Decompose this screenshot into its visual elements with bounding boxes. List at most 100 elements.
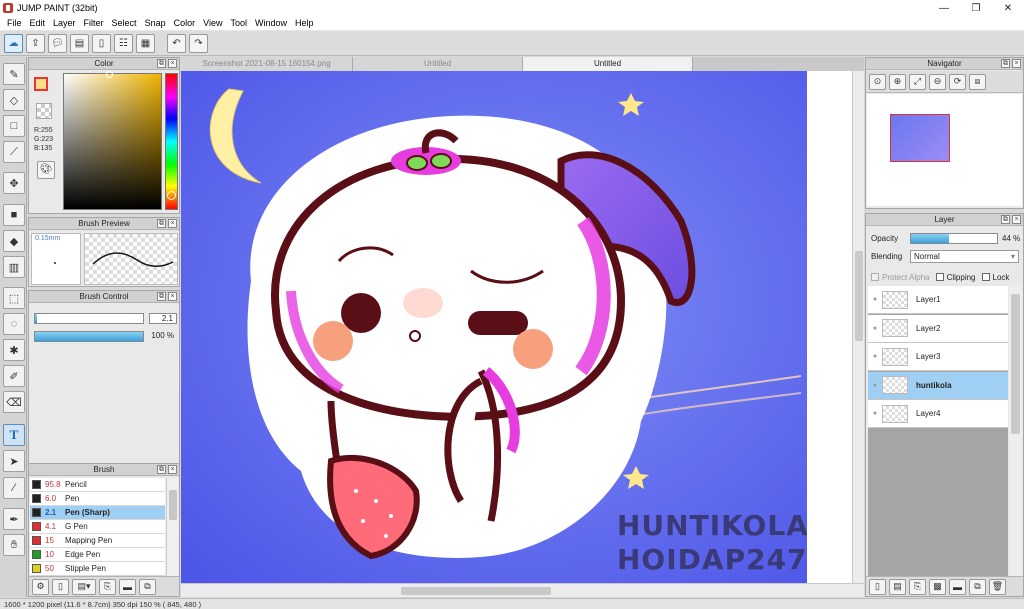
foreground-color-swatch[interactable] <box>34 77 48 91</box>
menu-layer[interactable]: Layer <box>49 18 80 28</box>
protect-alpha-checkbox[interactable]: Protect Alpha <box>871 273 930 282</box>
float-icon[interactable]: ⧉ <box>157 59 166 68</box>
layer-row[interactable]: ● Layer3 <box>868 343 1008 371</box>
brush-item[interactable]: 10 Edge Pen <box>30 548 165 562</box>
brush-item[interactable]: 2.1 Pen (Sharp) <box>30 506 165 520</box>
visibility-icon[interactable]: ● <box>868 353 882 360</box>
grid-list-icon[interactable]: ☷ <box>114 33 133 53</box>
copy-brush-icon[interactable]: ⎘ <box>99 578 116 595</box>
marquee-icon[interactable]: ⬚ <box>3 287 25 309</box>
folder-icon[interactable]: ▬ <box>949 578 966 595</box>
scroll-thumb[interactable] <box>1011 294 1020 434</box>
navigator-preview[interactable] <box>867 94 1022 206</box>
layer-row[interactable]: ● huntikola <box>868 371 1008 400</box>
navigator-viewport[interactable] <box>890 114 950 162</box>
halftone-layer-icon[interactable]: ▩ <box>929 578 946 595</box>
menu-filter[interactable]: Filter <box>80 18 108 28</box>
brush-list-scrollbar[interactable] <box>166 478 178 576</box>
clipping-checkbox[interactable]: Clipping <box>935 273 976 282</box>
new-brush-icon[interactable]: ▯ <box>52 578 69 595</box>
zoom-out-icon[interactable]: ⊖ <box>929 73 946 90</box>
tab-screenshot[interactable]: Screenshot 2021-08-15 160154.png <box>181 57 353 71</box>
layer-row[interactable]: ● Layer4 <box>868 400 1008 428</box>
visibility-icon[interactable]: ● <box>868 382 882 389</box>
close-icon[interactable]: × <box>1012 215 1021 224</box>
fg-bg-swatches[interactable] <box>34 77 54 97</box>
close-icon[interactable]: × <box>168 219 177 228</box>
visibility-icon[interactable]: ● <box>868 410 882 417</box>
new-layer-from-icon[interactable]: ▤ <box>889 578 906 595</box>
visibility-icon[interactable]: ● <box>868 296 882 303</box>
horizontal-scrollbar[interactable] <box>181 583 864 597</box>
maximize-button[interactable]: ❐ <box>960 0 992 16</box>
brush-item[interactable]: 6.0 Pen <box>30 492 165 506</box>
hand-icon[interactable]: ✋︎ <box>3 534 25 556</box>
menu-tool[interactable]: Tool <box>226 18 251 28</box>
float-icon[interactable]: ⧉ <box>157 219 166 228</box>
menu-select[interactable]: Select <box>108 18 141 28</box>
close-icon[interactable]: × <box>168 292 177 301</box>
menu-help[interactable]: Help <box>291 18 318 28</box>
redo-icon[interactable]: ↷ <box>189 33 208 53</box>
layer-row[interactable]: ● Layer2 <box>868 314 1008 343</box>
zoom-in-icon[interactable]: ⊕ <box>889 73 906 90</box>
menu-file[interactable]: File <box>3 18 26 28</box>
brush-item[interactable]: 15 Mapping Pen <box>30 534 165 548</box>
hue-slider[interactable] <box>165 73 178 210</box>
menu-view[interactable]: View <box>199 18 226 28</box>
scroll-thumb[interactable] <box>855 251 863 341</box>
chat-icon[interactable]: ▤ <box>70 33 89 53</box>
duplicate-icon[interactable]: ⧉ <box>139 578 156 595</box>
line-icon[interactable]: ⟋ <box>3 141 25 163</box>
float-icon[interactable]: ⧉ <box>157 465 166 474</box>
palette-icon[interactable]: 🎨︎ <box>37 161 55 179</box>
operation-icon[interactable]: ➤ <box>3 450 25 472</box>
close-icon[interactable]: × <box>168 59 177 68</box>
template-icon[interactable]: ▦ <box>136 33 155 53</box>
move-icon[interactable]: ✥ <box>3 172 25 194</box>
sv-marker[interactable] <box>106 71 113 78</box>
new-layer-icon[interactable]: ▯ <box>869 578 886 595</box>
drawing-canvas[interactable]: HUNTIKOLA HOIDAP247 <box>181 71 807 583</box>
lasso-icon[interactable]: ◌ <box>3 313 25 335</box>
zoom-reset-icon[interactable]: ⊙ <box>869 73 886 90</box>
brush-opacity-slider[interactable] <box>34 331 144 342</box>
brush-menu-icon[interactable]: ▤▾ <box>72 578 96 595</box>
float-icon[interactable]: ⧉ <box>1001 215 1010 224</box>
close-icon[interactable]: × <box>1012 59 1021 68</box>
vertical-scrollbar[interactable] <box>852 71 864 583</box>
magic-wand-icon[interactable]: ✱ <box>3 339 25 361</box>
document-icon[interactable]: ▯ <box>92 33 111 53</box>
close-button[interactable]: ✕ <box>992 0 1024 16</box>
folder-icon[interactable]: ▬ <box>119 578 136 595</box>
tab-untitled-2[interactable]: Untitled <box>523 57 693 71</box>
undo-icon[interactable]: ↶ <box>167 33 186 53</box>
delete-layer-icon[interactable]: 🗑︎ <box>989 578 1006 595</box>
eyedropper-alt-icon[interactable]: ⁄ <box>3 477 25 499</box>
layer-row[interactable]: ● Layer1 <box>868 286 1008 314</box>
layer-opacity-slider[interactable] <box>910 233 998 244</box>
minimize-button[interactable]: — <box>928 0 960 16</box>
transparent-color-swatch[interactable] <box>36 103 52 119</box>
menu-edit[interactable]: Edit <box>26 18 50 28</box>
hue-marker[interactable] <box>167 191 176 200</box>
menu-snap[interactable]: Snap <box>141 18 170 28</box>
duplicate-layer-icon[interactable]: ⧉ <box>969 578 986 595</box>
blending-select[interactable]: Normal <box>910 250 1019 263</box>
brush-item[interactable]: 50 Stipple Pen <box>30 562 165 576</box>
cloud-upload-icon[interactable]: ☁ <box>4 33 23 53</box>
brush-item[interactable]: 95.8 Pencil <box>30 478 165 492</box>
float-icon[interactable]: ⧉ <box>1001 59 1010 68</box>
lock-checkbox[interactable]: Lock <box>981 273 1009 282</box>
visibility-icon[interactable]: ● <box>868 325 882 332</box>
flip-icon[interactable]: ⧈ <box>969 73 986 90</box>
close-icon[interactable]: × <box>168 465 177 474</box>
comment-icon[interactable]: 💬︎ <box>48 33 67 53</box>
saturation-value-picker[interactable] <box>63 71 162 210</box>
select-eraser-icon[interactable]: ⌫ <box>3 391 25 413</box>
tab-untitled-1[interactable]: Untitled <box>353 57 523 71</box>
scroll-thumb[interactable] <box>169 490 177 520</box>
text-icon[interactable]: T <box>3 424 25 446</box>
brush-size-value[interactable]: 2.1 <box>149 313 177 324</box>
gradient-icon[interactable]: ▥ <box>3 256 25 278</box>
